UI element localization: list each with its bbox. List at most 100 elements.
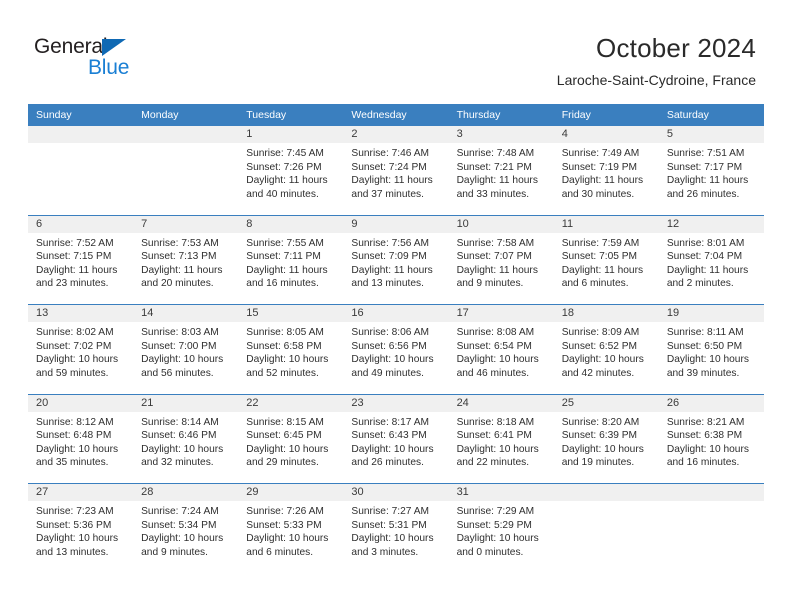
sunset-text: Sunset: 7:13 PM xyxy=(141,251,217,263)
daylight-text-2: and 9 minutes. xyxy=(456,278,524,290)
sunrise-text: Sunrise: 7:51 AM xyxy=(666,148,745,159)
daylight-text-2: and 26 minutes. xyxy=(351,457,424,469)
day-number: 11 xyxy=(553,214,659,233)
weekday-header-sunday: Sunday xyxy=(28,104,134,126)
day-number: 24 xyxy=(448,393,554,412)
day-cell: Sunrise: 7:24 AM Sunset: 5:34 PM Dayligh… xyxy=(133,501,239,573)
week-numbers-row: 27 28 29 30 31 xyxy=(28,483,764,501)
sunrise-text: Sunrise: 7:29 AM xyxy=(456,506,535,517)
daylight-text-2: and 9 minutes. xyxy=(141,546,208,558)
general-blue-logo: General Blue xyxy=(34,36,214,84)
daylight-text-2: and 30 minutes. xyxy=(561,188,635,200)
daylight-text-2: and 56 minutes. xyxy=(141,367,214,379)
daylight-text-1: Daylight: 11 hours xyxy=(456,264,538,276)
day-cell: Sunrise: 7:23 AM Sunset: 5:36 PM Dayligh… xyxy=(28,501,134,573)
day-number xyxy=(133,126,239,143)
day-cell: Sunrise: 8:02 AM Sunset: 7:02 PM Dayligh… xyxy=(28,322,134,394)
week-details-row: Sunrise: 8:12 AM Sunset: 6:48 PM Dayligh… xyxy=(28,411,764,484)
daylight-text-2: and 52 minutes. xyxy=(246,367,319,379)
daylight-text-1: Daylight: 11 hours xyxy=(666,175,749,187)
sunrise-text: Sunrise: 7:48 AM xyxy=(456,148,535,159)
sunset-text: Sunset: 6:54 PM xyxy=(456,340,532,352)
calendar-table: Sunday Monday Tuesday Wednesday Thursday… xyxy=(28,104,764,573)
daylight-text-1: Daylight: 10 hours xyxy=(561,443,644,455)
day-number: 6 xyxy=(28,214,134,233)
daylight-text-2: and 23 minutes. xyxy=(36,278,109,290)
daylight-text-1: Daylight: 11 hours xyxy=(666,264,749,276)
daylight-text-2: and 19 minutes. xyxy=(561,457,635,469)
sunset-text: Sunset: 7:26 PM xyxy=(246,161,322,173)
sunset-text: Sunset: 6:39 PM xyxy=(561,430,638,442)
daylight-text-2: and 42 minutes. xyxy=(561,367,635,379)
sunset-text: Sunset: 6:48 PM xyxy=(36,430,112,442)
sunrise-text: Sunrise: 7:58 AM xyxy=(456,237,535,249)
day-number: 17 xyxy=(448,304,554,322)
sunrise-text: Sunrise: 8:12 AM xyxy=(36,416,114,428)
sunrise-text: Sunrise: 8:15 AM xyxy=(246,416,324,428)
day-cell: Sunrise: 8:11 AM Sunset: 6:50 PM Dayligh… xyxy=(658,322,764,394)
day-cell xyxy=(28,143,134,215)
day-cell: Sunrise: 8:15 AM Sunset: 6:45 PM Dayligh… xyxy=(238,411,344,484)
day-number: 9 xyxy=(343,214,449,233)
daylight-text-1: Daylight: 10 hours xyxy=(666,443,749,455)
day-cell: Sunrise: 8:14 AM Sunset: 6:46 PM Dayligh… xyxy=(133,411,239,484)
sunrise-text: Sunrise: 8:18 AM xyxy=(456,416,535,428)
day-number: 3 xyxy=(448,126,554,143)
week-numbers-row: 6 7 8 9 10 11 12 xyxy=(28,214,764,233)
day-number: 23 xyxy=(343,393,449,412)
day-number: 18 xyxy=(553,304,659,322)
day-number: 29 xyxy=(238,483,344,501)
day-number xyxy=(658,483,764,501)
page-header: General Blue October 2024 Laroche-Saint-… xyxy=(0,0,792,100)
calendar-page: General Blue October 2024 Laroche-Saint-… xyxy=(0,0,792,612)
title-block: October 2024 Laroche-Saint-Cydroine, Fra… xyxy=(557,32,756,91)
day-cell: Sunrise: 7:29 AM Sunset: 5:29 PM Dayligh… xyxy=(448,501,554,573)
daylight-text-2: and 35 minutes. xyxy=(36,457,109,469)
daylight-text-1: Daylight: 10 hours xyxy=(456,533,539,545)
sunrise-text: Sunrise: 8:11 AM xyxy=(666,327,744,338)
sunset-text: Sunset: 7:11 PM xyxy=(246,251,321,263)
sunset-text: Sunset: 7:05 PM xyxy=(561,251,638,263)
sunrise-text: Sunrise: 7:52 AM xyxy=(36,237,114,249)
day-cell: Sunrise: 7:49 AM Sunset: 7:19 PM Dayligh… xyxy=(553,143,659,215)
day-number: 13 xyxy=(28,304,134,322)
week-details-row: Sunrise: 7:23 AM Sunset: 5:36 PM Dayligh… xyxy=(28,501,764,573)
daylight-text-1: Daylight: 11 hours xyxy=(561,175,644,187)
sunset-text: Sunset: 6:41 PM xyxy=(456,430,532,442)
sunset-text: Sunset: 7:15 PM xyxy=(36,251,112,263)
daylight-text-2: and 16 minutes. xyxy=(246,278,319,290)
daylight-text-2: and 40 minutes. xyxy=(246,188,319,200)
sunset-text: Sunset: 7:24 PM xyxy=(351,161,427,173)
daylight-text-1: Daylight: 10 hours xyxy=(246,354,329,366)
daylight-text-1: Daylight: 10 hours xyxy=(666,354,749,366)
logo-triangle-icon xyxy=(102,39,126,56)
sunrise-text: Sunrise: 7:59 AM xyxy=(561,237,640,249)
day-number: 14 xyxy=(133,304,239,322)
sunset-text: Sunset: 7:09 PM xyxy=(351,251,427,263)
day-cell: Sunrise: 7:53 AM Sunset: 7:13 PM Dayligh… xyxy=(133,232,239,305)
week-numbers-row: 13 14 15 16 17 18 19 xyxy=(28,304,764,322)
sunrise-text: Sunrise: 7:55 AM xyxy=(246,237,324,249)
daylight-text-2: and 13 minutes. xyxy=(351,278,424,290)
day-cell: Sunrise: 8:20 AM Sunset: 6:39 PM Dayligh… xyxy=(553,411,659,484)
day-cell: Sunrise: 8:17 AM Sunset: 6:43 PM Dayligh… xyxy=(343,411,449,484)
day-number: 25 xyxy=(553,393,659,412)
calendar-body: 1 2 3 4 5 Sunrise: 7:45 AM Sunset: 7:26 … xyxy=(28,126,764,573)
weekday-header-tuesday: Tuesday xyxy=(238,104,344,126)
daylight-text-2: and 3 minutes. xyxy=(351,546,419,558)
daylight-text-1: Daylight: 10 hours xyxy=(246,533,329,545)
sunrise-text: Sunrise: 8:17 AM xyxy=(351,416,430,428)
daylight-text-1: Daylight: 11 hours xyxy=(351,264,433,276)
day-number: 7 xyxy=(133,214,239,233)
sunrise-text: Sunrise: 7:56 AM xyxy=(351,237,430,249)
sunset-text: Sunset: 5:36 PM xyxy=(36,519,112,531)
daylight-text-2: and 6 minutes. xyxy=(246,546,314,558)
daylight-text-2: and 26 minutes. xyxy=(666,188,740,200)
day-cell: Sunrise: 7:46 AM Sunset: 7:24 PM Dayligh… xyxy=(343,143,449,215)
daylight-text-1: Daylight: 11 hours xyxy=(246,264,328,276)
sunrise-text: Sunrise: 8:05 AM xyxy=(246,327,324,338)
day-number: 5 xyxy=(658,126,764,143)
calendar-grid: Sunday Monday Tuesday Wednesday Thursday… xyxy=(28,104,764,573)
daylight-text-1: Daylight: 11 hours xyxy=(561,264,644,276)
daylight-text-1: Daylight: 11 hours xyxy=(36,264,118,276)
